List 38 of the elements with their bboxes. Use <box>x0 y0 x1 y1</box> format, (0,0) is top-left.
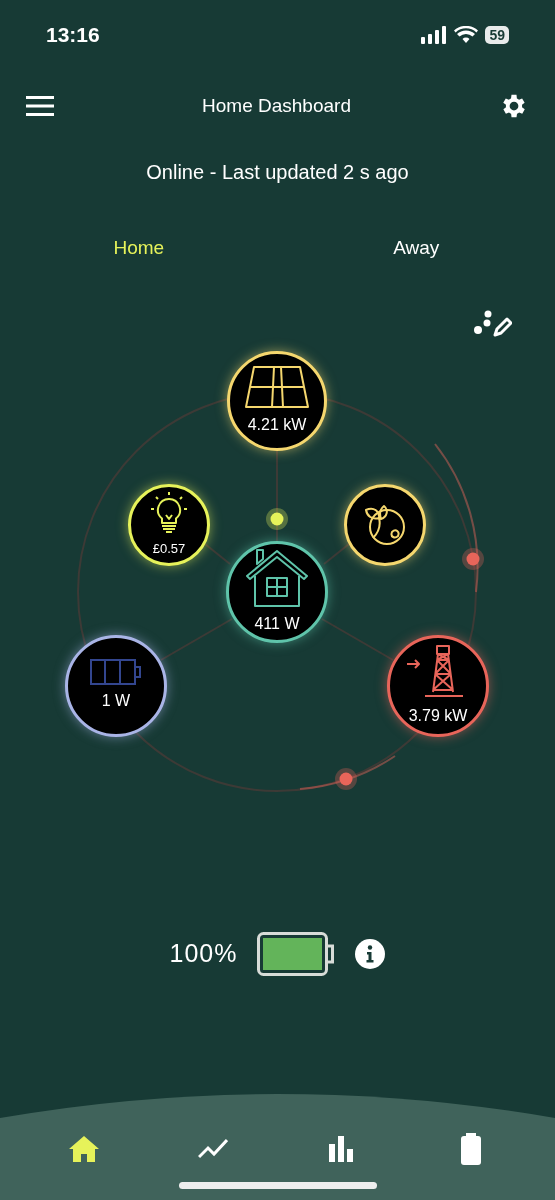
node-value: 3.79 kW <box>408 706 468 726</box>
connector-line <box>323 543 350 565</box>
node-value: £0.57 <box>152 540 186 559</box>
menu-icon <box>26 96 54 116</box>
solar-node[interactable]: 4.21 kW <box>227 351 327 451</box>
info-button[interactable] <box>355 939 386 969</box>
battery-icon <box>460 1133 481 1165</box>
globe-leaf-icon <box>362 502 408 548</box>
house-icon <box>245 548 309 608</box>
menu-button[interactable] <box>26 96 54 116</box>
info-icon <box>355 939 386 969</box>
wifi-icon <box>454 26 479 44</box>
battery-icon <box>90 659 142 685</box>
mode-tab[interactable]: Away <box>393 233 440 263</box>
mode-tab[interactable]: Home <box>113 233 165 263</box>
line-chart-icon <box>198 1139 229 1159</box>
home-node[interactable]: 411 W <box>226 541 328 643</box>
node-value: 1 W <box>101 691 131 711</box>
screen-title: Home Dashboard <box>202 93 351 118</box>
grid-node[interactable]: 3.79 kW <box>387 635 489 737</box>
battery-percentage: 100% <box>169 938 238 970</box>
home-icon <box>69 1136 100 1162</box>
node-value: 4.21 kW <box>247 415 307 435</box>
flow-dot <box>266 508 288 530</box>
node-value: 411 W <box>254 614 300 634</box>
battery-node[interactable]: 1 W <box>65 635 167 737</box>
flow-dot <box>462 548 484 570</box>
connection-status: Online - Last updated 2 s ago <box>146 160 409 185</box>
flow-dot <box>335 768 357 790</box>
connector-line <box>204 543 231 565</box>
bar-chart-icon <box>328 1136 355 1162</box>
eco-node[interactable] <box>344 484 426 566</box>
signal-icon <box>421 26 448 44</box>
status-time: 13:16 <box>46 22 100 49</box>
solar-panel-icon <box>244 365 310 409</box>
battery-level-indicator: 59 <box>485 26 509 44</box>
battery-gauge-icon <box>257 932 336 976</box>
cost-node[interactable]: £0.57 <box>128 484 210 566</box>
